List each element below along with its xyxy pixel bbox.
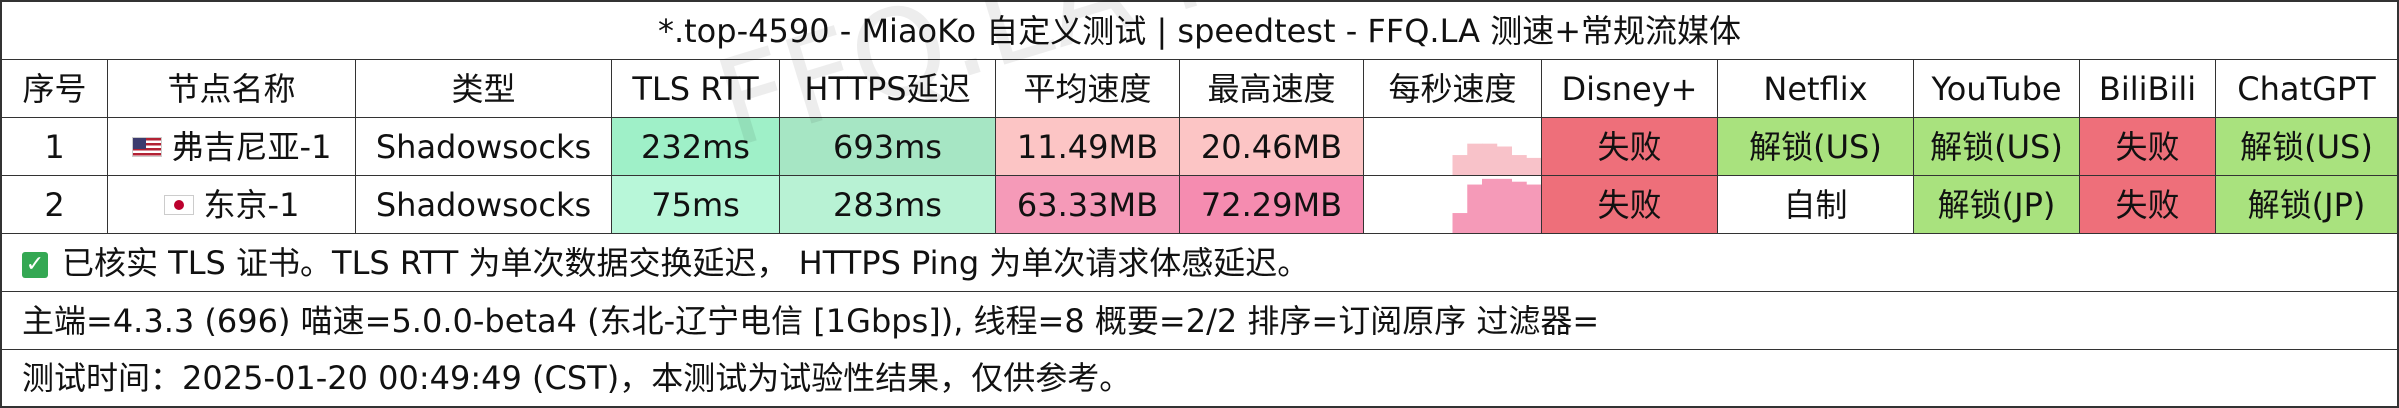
sparkline-bar	[1482, 178, 1498, 233]
speed-sparkline	[1364, 176, 1542, 233]
report-title: *.top-4590 - MiaoKo 自定义测试 | speedtest - …	[2, 2, 2397, 60]
proxy-type: Shadowsocks	[356, 176, 612, 233]
sparkline-bar	[1496, 178, 1512, 233]
header-youtube: YouTube	[1914, 60, 2080, 117]
header-index: 序号	[2, 60, 108, 117]
sparkline-chart	[1452, 178, 1541, 233]
sparkline-bar	[1526, 184, 1541, 233]
proxy-type: Shadowsocks	[356, 118, 612, 175]
sparkline-chart	[1452, 143, 1541, 175]
chatgpt-status: 解锁(JP)	[2216, 176, 2397, 233]
disney-status: 失败	[1542, 118, 1718, 175]
header-per-second-speed: 每秒速度	[1364, 60, 1542, 117]
header-disney: Disney+	[1542, 60, 1718, 117]
result-table: *.top-4590 - MiaoKo 自定义测试 | speedtest - …	[0, 0, 2399, 408]
test-time-line: 测试时间：2025-01-20 00:49:49 (CST)，本测试为试验性结果…	[22, 359, 1132, 397]
table-row: 2 东京-1 Shadowsocks 75ms 283ms 63.33MB 72…	[2, 176, 2397, 234]
header-avg-speed: 平均速度	[996, 60, 1180, 117]
backend-info-line: 主端=4.3.3 (696) 喵速=5.0.0-beta4 (东北-辽宁电信 […	[2, 292, 2397, 350]
https-latency-value: 283ms	[780, 176, 996, 233]
us-flag-icon	[131, 136, 162, 157]
header-netflix: Netflix	[1718, 60, 1914, 117]
header-max-speed: 最高速度	[1180, 60, 1364, 117]
sparkline-bar	[1496, 146, 1512, 175]
check-icon: ✓	[22, 252, 48, 278]
disney-status: 失败	[1542, 176, 1718, 233]
sparkline-bar	[1467, 184, 1483, 233]
https-latency-value: 693ms	[780, 118, 996, 175]
max-speed-value: 72.29MB	[1180, 176, 1364, 233]
speed-sparkline	[1364, 118, 1542, 175]
tls-info-line: ✓ 已核实 TLS 证书。TLS RTT 为单次数据交换延迟， HTTPS Pin…	[2, 234, 2397, 292]
row-index: 2	[2, 176, 108, 233]
node-name: 弗吉尼亚-1	[171, 127, 332, 166]
node-name: 东京-1	[203, 185, 300, 224]
jp-flag-icon	[163, 194, 194, 215]
header-type: 类型	[356, 60, 612, 117]
bilibili-status: 失败	[2080, 176, 2216, 233]
tls-rtt-value: 75ms	[612, 176, 780, 233]
header-bilibili: BiliBili	[2080, 60, 2216, 117]
table-row: 1 弗吉尼亚-1 Shadowsocks 232ms 693ms 11.49MB…	[2, 118, 2397, 176]
header-tls-rtt: TLS RTT	[612, 60, 780, 117]
sparkline-bar	[1511, 181, 1527, 233]
tls-rtt-value: 232ms	[612, 118, 780, 175]
sparkline-bar	[1511, 155, 1527, 175]
node-name-cell: 东京-1	[108, 176, 356, 233]
header-chatgpt: ChatGPT	[2237, 70, 2376, 108]
bilibili-status: 失败	[2080, 118, 2216, 175]
row-index: 1	[2, 118, 108, 175]
chatgpt-status: 解锁(US)	[2216, 118, 2397, 175]
max-speed-value: 20.46MB	[1180, 118, 1364, 175]
sparkline-bar	[1526, 157, 1541, 175]
youtube-status: 解锁(US)	[1914, 118, 2080, 175]
header-node-name: 节点名称	[108, 60, 356, 117]
sparkline-bar	[1452, 155, 1468, 175]
sparkline-bar	[1452, 213, 1468, 233]
node-name-cell: 弗吉尼亚-1	[108, 118, 356, 175]
sparkline-bar	[1467, 143, 1483, 175]
netflix-status: 解锁(US)	[1718, 118, 1914, 175]
avg-speed-value: 11.49MB	[996, 118, 1180, 175]
netflix-status: 自制	[1718, 176, 1914, 233]
tls-info-text: 已核实 TLS 证书。TLS RTT 为单次数据交换延迟， HTTPS Ping…	[62, 244, 1310, 282]
header-https-latency: HTTPS延迟	[780, 60, 996, 117]
avg-speed-value: 63.33MB	[996, 176, 1180, 233]
sparkline-bar	[1482, 143, 1498, 175]
youtube-status: 解锁(JP)	[1914, 176, 2080, 233]
header-row: 序号 节点名称 类型 TLS RTT HTTPS延迟 平均速度 最高速度 每秒速…	[2, 60, 2397, 118]
